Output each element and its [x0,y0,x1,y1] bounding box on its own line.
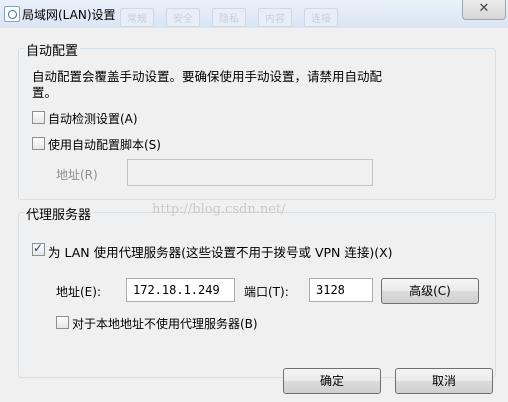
background-tabs: 常规 安全 隐私 内容 连接 [120,8,338,27]
background-tab: 内容 [258,8,292,27]
auto-config-script-checkbox[interactable] [32,137,45,150]
auto-detect-checkbox[interactable] [32,111,45,124]
window-title: 局域网(LAN)设置 [22,8,116,22]
use-proxy-label[interactable]: 为 LAN 使用代理服务器(这些设置不用于拨号或 VPN 连接)(X) [48,242,393,261]
background-tab: 连接 [304,8,338,27]
watermark-text: http://blog.csdn.net/ [152,202,286,217]
background-tab: 隐私 [212,8,246,27]
proxy-server-title: 代理服务器 [24,204,94,223]
proxy-address-label: 地址(E): [56,285,101,299]
use-proxy-checkbox[interactable] [32,241,45,256]
proxy-port-input[interactable]: 3128 [309,278,373,302]
auto-config-title: 自动配置 [24,40,81,59]
close-icon: ✕ [478,1,490,16]
advanced-button[interactable]: 高级(C) [381,278,479,304]
bypass-local-label[interactable]: 对于本地地址不使用代理服务器(B) [72,315,258,332]
bypass-local-checkbox[interactable] [56,316,69,329]
auto-config-script-label[interactable]: 使用自动配置脚本(S) [48,136,161,153]
background-tab: 安全 [166,8,200,27]
auto-config-description-line2: 置。 [32,85,58,100]
proxy-port-label: 端口(T): [244,285,289,299]
title-bar[interactable]: 局域网(LAN)设置 常规 安全 隐私 内容 连接 ✕ [0,0,508,29]
script-address-label: 地址(R) [56,168,98,182]
close-button[interactable]: ✕ [462,0,506,20]
proxy-address-input[interactable]: 172.18.1.249 [126,278,235,302]
background-tab: 常规 [120,8,154,27]
window-icon [4,6,20,22]
script-address-input[interactable] [127,159,373,186]
auto-config-description-line1: 自动配置会覆盖手动设置。要确保使用手动设置，请禁用自动配 [32,69,383,84]
ok-button[interactable]: 确定 [283,368,381,394]
auto-detect-label[interactable]: 自动检测设置(A) [48,110,138,127]
cancel-button[interactable]: 取消 [395,368,493,394]
